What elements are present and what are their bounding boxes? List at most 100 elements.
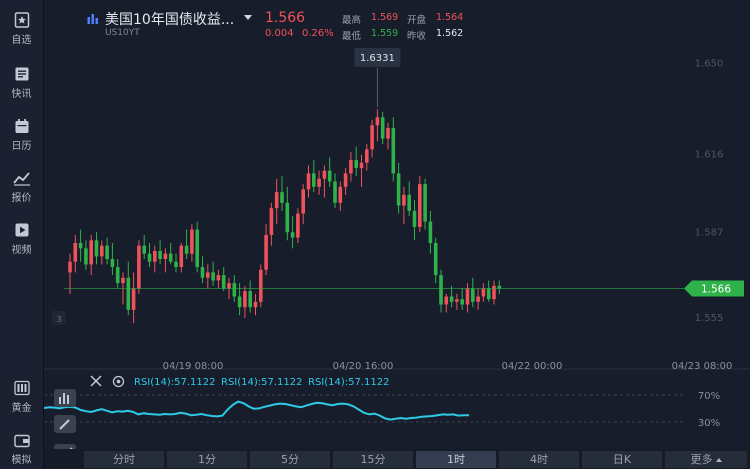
candle-body — [121, 277, 125, 284]
candle-body — [78, 242, 83, 249]
draw-tool-button[interactable] — [54, 415, 76, 433]
candle-body — [216, 275, 221, 281]
candle-body — [147, 253, 152, 262]
candle-body — [253, 301, 258, 308]
candle-body — [94, 240, 99, 257]
indicator-button[interactable] — [54, 389, 76, 407]
low-label: 最低 — [342, 31, 362, 42]
candle-body — [312, 173, 316, 187]
candle-body — [84, 248, 88, 265]
prev-close-label: 昨收 — [407, 31, 427, 42]
rsi-level-label: 70% — [698, 391, 720, 402]
period-tab-5m[interactable]: 5分 — [250, 451, 330, 468]
instrument-code: US10YT — [105, 28, 140, 38]
corner-marker-label: 3 — [56, 315, 61, 324]
price-change: 0.004 — [265, 28, 294, 39]
candle-body — [465, 288, 470, 305]
candle-body — [428, 221, 433, 243]
candle-body — [237, 296, 242, 308]
sidebar-item-watchlist[interactable]: 自选 — [0, 12, 43, 46]
candle-body — [386, 127, 390, 139]
candle-body — [126, 277, 131, 310]
candle-body — [354, 160, 358, 169]
candle-body — [391, 127, 396, 174]
candle-body — [460, 299, 464, 305]
candle-body — [333, 181, 337, 203]
candle-body — [444, 296, 449, 305]
play-icon — [15, 223, 28, 237]
candle-body — [433, 242, 438, 276]
period-tab-1m[interactable]: 1分 — [167, 451, 247, 468]
close-icon[interactable] — [89, 374, 103, 388]
candle-body — [370, 125, 374, 150]
chevron-down-icon[interactable] — [244, 15, 252, 20]
price-change-pct: 0.26% — [302, 28, 334, 39]
candle-body — [142, 245, 146, 254]
candle-body — [190, 229, 194, 254]
candle-body — [206, 272, 210, 278]
candle-body — [285, 202, 290, 233]
candle-body — [110, 259, 115, 268]
rsi-line — [44, 400, 469, 421]
candle-body — [317, 178, 321, 187]
candle-body — [412, 210, 417, 227]
candle-body — [243, 291, 247, 308]
more-label: 更多 — [690, 453, 713, 466]
candle-body — [497, 285, 502, 289]
candle-body — [274, 192, 279, 209]
sidebar-item-label: 模拟 — [11, 455, 32, 466]
candle-body — [168, 253, 173, 262]
candle-body — [211, 272, 215, 281]
candle-body — [439, 275, 443, 305]
candle-body — [380, 117, 385, 139]
candle-body — [476, 296, 480, 302]
sidebar-item-label: 报价 — [11, 193, 32, 204]
y-tick-label: 1.555 — [695, 313, 724, 324]
sidebar-item-news[interactable]: 快讯 — [0, 66, 43, 100]
candle-body — [221, 275, 226, 289]
candlestick-series — [68, 109, 502, 324]
sidebar-item-simulate[interactable]: 模拟 — [0, 434, 43, 466]
y-tick-label: 1.650 — [695, 59, 724, 70]
period-bar: 分时 1分 5分 15分 1时 4时 日K 更多 — [44, 449, 750, 469]
sidebar-item-label: 快讯 — [11, 89, 32, 100]
candle-body — [280, 192, 284, 203]
sidebar-item-quotes[interactable]: 报价 — [0, 170, 43, 204]
star-icon — [14, 12, 29, 28]
candle-body — [301, 189, 305, 214]
candle-body — [68, 261, 72, 273]
gold-bars-icon — [13, 380, 30, 396]
candle-body — [105, 245, 109, 260]
candle-body — [327, 170, 332, 182]
period-tab-1h[interactable]: 1时 — [416, 451, 496, 468]
instrument-title[interactable]: 美国10年国债收益... — [105, 9, 234, 29]
candle-body — [259, 269, 263, 302]
candle-body — [306, 173, 311, 190]
settings-icon[interactable] — [112, 375, 125, 388]
period-tab-daily[interactable]: 日K — [582, 451, 662, 468]
candle-body — [449, 296, 454, 302]
sidebar-item-calendar[interactable]: 日历 — [0, 118, 43, 152]
candle-body — [375, 117, 380, 126]
pencil-icon — [59, 419, 70, 430]
sidebar-item-video[interactable]: 视频 — [0, 222, 43, 256]
candle-body — [131, 288, 136, 310]
candle-body — [227, 283, 231, 289]
period-tab-more[interactable]: 更多 — [665, 451, 747, 468]
rsi-legend: RSI(14):57.1122 — [221, 377, 303, 388]
period-tab-fenshi[interactable]: 分时 — [84, 451, 164, 468]
calendar-icon — [15, 119, 28, 133]
period-tab-4h[interactable]: 4时 — [499, 451, 579, 468]
sidebar-item-label: 视频 — [11, 245, 32, 256]
candle-body — [115, 267, 120, 284]
candle-body — [338, 186, 343, 203]
period-tab-15m[interactable]: 15分 — [333, 451, 413, 468]
x-tick-label: 04/23 08:00 — [672, 361, 733, 372]
rsi-legend: RSI(14):57.1122 — [308, 377, 390, 388]
candle-body — [163, 253, 168, 260]
x-tick-label: 04/22 00:00 — [502, 361, 563, 372]
high-value: 1.569 — [371, 12, 399, 23]
candle-body — [232, 283, 237, 297]
chart-area[interactable]: 1.566 70% 30% 1.650 1.616 1.587 1.555 04/19 0… — [44, 0, 750, 469]
sidebar-item-gold[interactable]: 黄金 — [0, 380, 43, 414]
